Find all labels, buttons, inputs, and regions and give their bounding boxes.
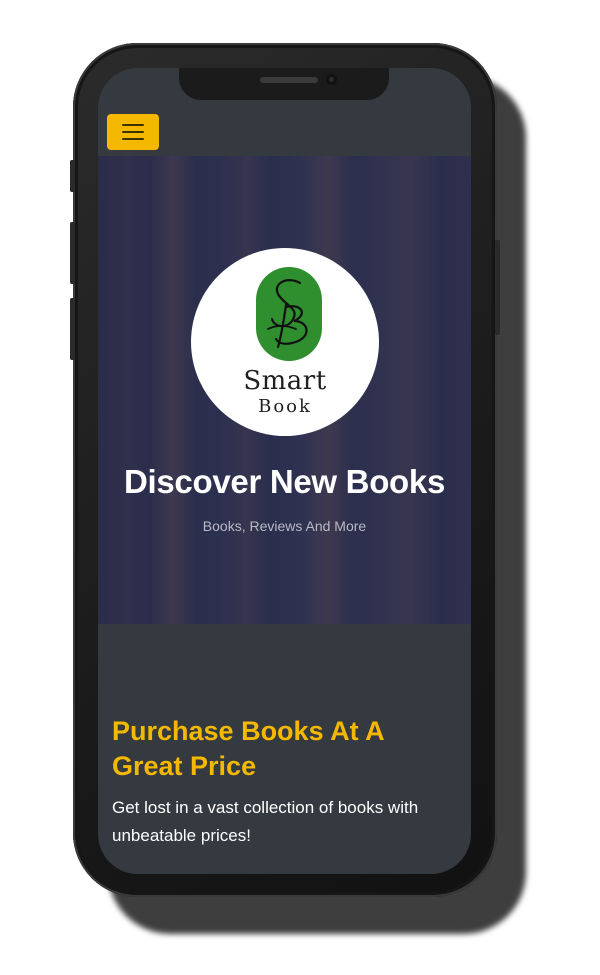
speaker-grille	[260, 77, 318, 83]
hero-section: Smart Book Discover New Books Books, Rev…	[98, 156, 471, 624]
feature-title: Purchase Books At A Great Price	[112, 716, 384, 781]
hamburger-menu-icon	[122, 124, 144, 126]
phone-notch	[179, 68, 389, 100]
menu-toggle-button[interactable]	[107, 114, 159, 150]
hamburger-menu-icon	[122, 131, 144, 133]
hamburger-menu-icon	[122, 138, 144, 140]
sb-monogram-icon	[267, 279, 308, 349]
feature-description: Get lost in a vast collection of books w…	[112, 798, 419, 845]
logo-monogram-badge	[256, 267, 322, 361]
volume-down-button	[70, 298, 75, 360]
smartbook-logo: Smart Book	[191, 248, 379, 436]
mute-switch	[70, 160, 75, 192]
hero-subtitle: Books, Reviews And More	[202, 518, 367, 534]
power-button	[495, 240, 500, 335]
logo-wordmark-book: Book	[258, 396, 312, 417]
feature-section-content: Purchase Books At A Great Price Get lost…	[112, 714, 452, 850]
device-mockup: Smart Book Discover New Books Books, Rev…	[0, 0, 600, 975]
volume-up-button	[70, 222, 75, 284]
camera-icon	[326, 74, 337, 85]
hero-title: Discover New Books	[123, 463, 446, 500]
logo-wordmark-smart: Smart	[243, 366, 327, 396]
